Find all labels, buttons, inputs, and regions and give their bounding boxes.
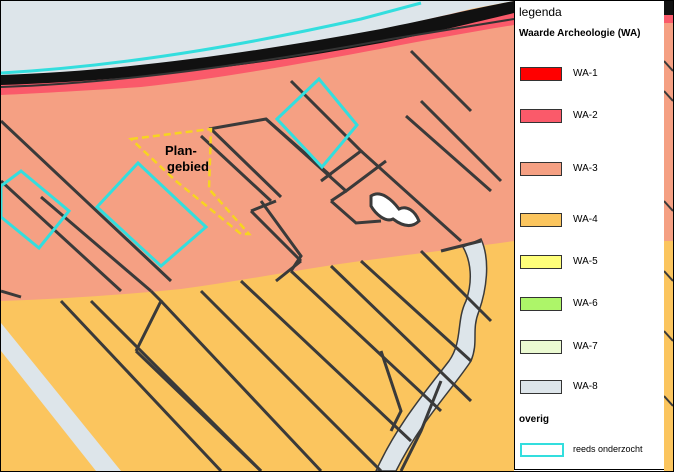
legend-swatch <box>520 340 562 354</box>
legend-label: WA-7 <box>573 341 598 352</box>
map-frame: Plan- gebied legenda Waarde Archeologie … <box>0 0 674 472</box>
map-canvas: Plan- gebied <box>1 1 514 471</box>
legend-label: reeds onderzocht <box>573 444 643 454</box>
legend-swatch <box>520 213 562 227</box>
legend-swatch <box>520 443 564 457</box>
plangebied-label-1: Plan- <box>165 143 197 158</box>
legend-swatch <box>520 380 562 394</box>
archaeology-map[interactable]: Plan- gebied <box>1 1 514 471</box>
legend-subtitle: Waarde Archeologie (WA) <box>519 28 641 39</box>
legend-label: WA-1 <box>573 68 598 79</box>
map-edge-strip <box>664 1 673 471</box>
legend-label: WA-8 <box>573 381 598 392</box>
legend-swatch <box>520 297 562 311</box>
legend-label: WA-2 <box>573 110 598 121</box>
legend-swatch <box>520 162 562 176</box>
plangebied-label-2: gebied <box>167 159 209 174</box>
legend-label: WA-4 <box>573 214 598 225</box>
map-edge-canvas <box>664 1 673 471</box>
legend-label: WA-6 <box>573 298 598 309</box>
legend-swatch <box>520 67 562 81</box>
legend-label: WA-5 <box>573 256 598 267</box>
legend-panel: legenda Waarde Archeologie (WA) WA-1 WA-… <box>514 1 665 470</box>
legend-swatch <box>520 255 562 269</box>
legend-label: WA-3 <box>573 163 598 174</box>
legend-swatch <box>520 109 562 123</box>
legend-overig-title: overig <box>519 414 550 425</box>
legend-title: legenda <box>519 5 562 19</box>
